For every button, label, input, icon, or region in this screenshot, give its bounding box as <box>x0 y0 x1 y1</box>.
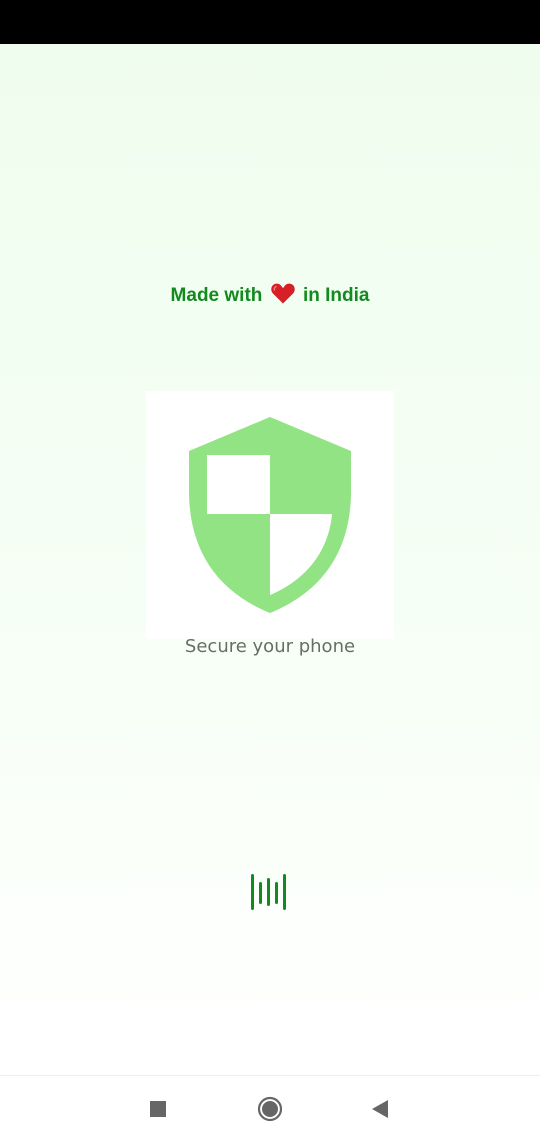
circle-icon <box>257 1096 283 1121</box>
triangle-back-icon <box>372 1099 388 1118</box>
navigation-bar <box>0 1075 540 1140</box>
shield-icon <box>189 417 351 613</box>
heart-icon <box>270 283 295 304</box>
recents-button[interactable] <box>128 1076 188 1140</box>
back-button[interactable] <box>350 1076 410 1140</box>
square-icon <box>150 1100 166 1117</box>
subtitle: Secure your phone <box>184 636 356 657</box>
status-bar <box>0 0 540 44</box>
loading-bars-icon <box>251 874 286 910</box>
tagline-suffix: in India <box>302 285 370 306</box>
tagline-prefix: Made with <box>170 285 263 306</box>
home-button[interactable] <box>240 1076 300 1140</box>
tagline: Made with in India <box>0 283 540 307</box>
app-logo <box>146 391 394 639</box>
